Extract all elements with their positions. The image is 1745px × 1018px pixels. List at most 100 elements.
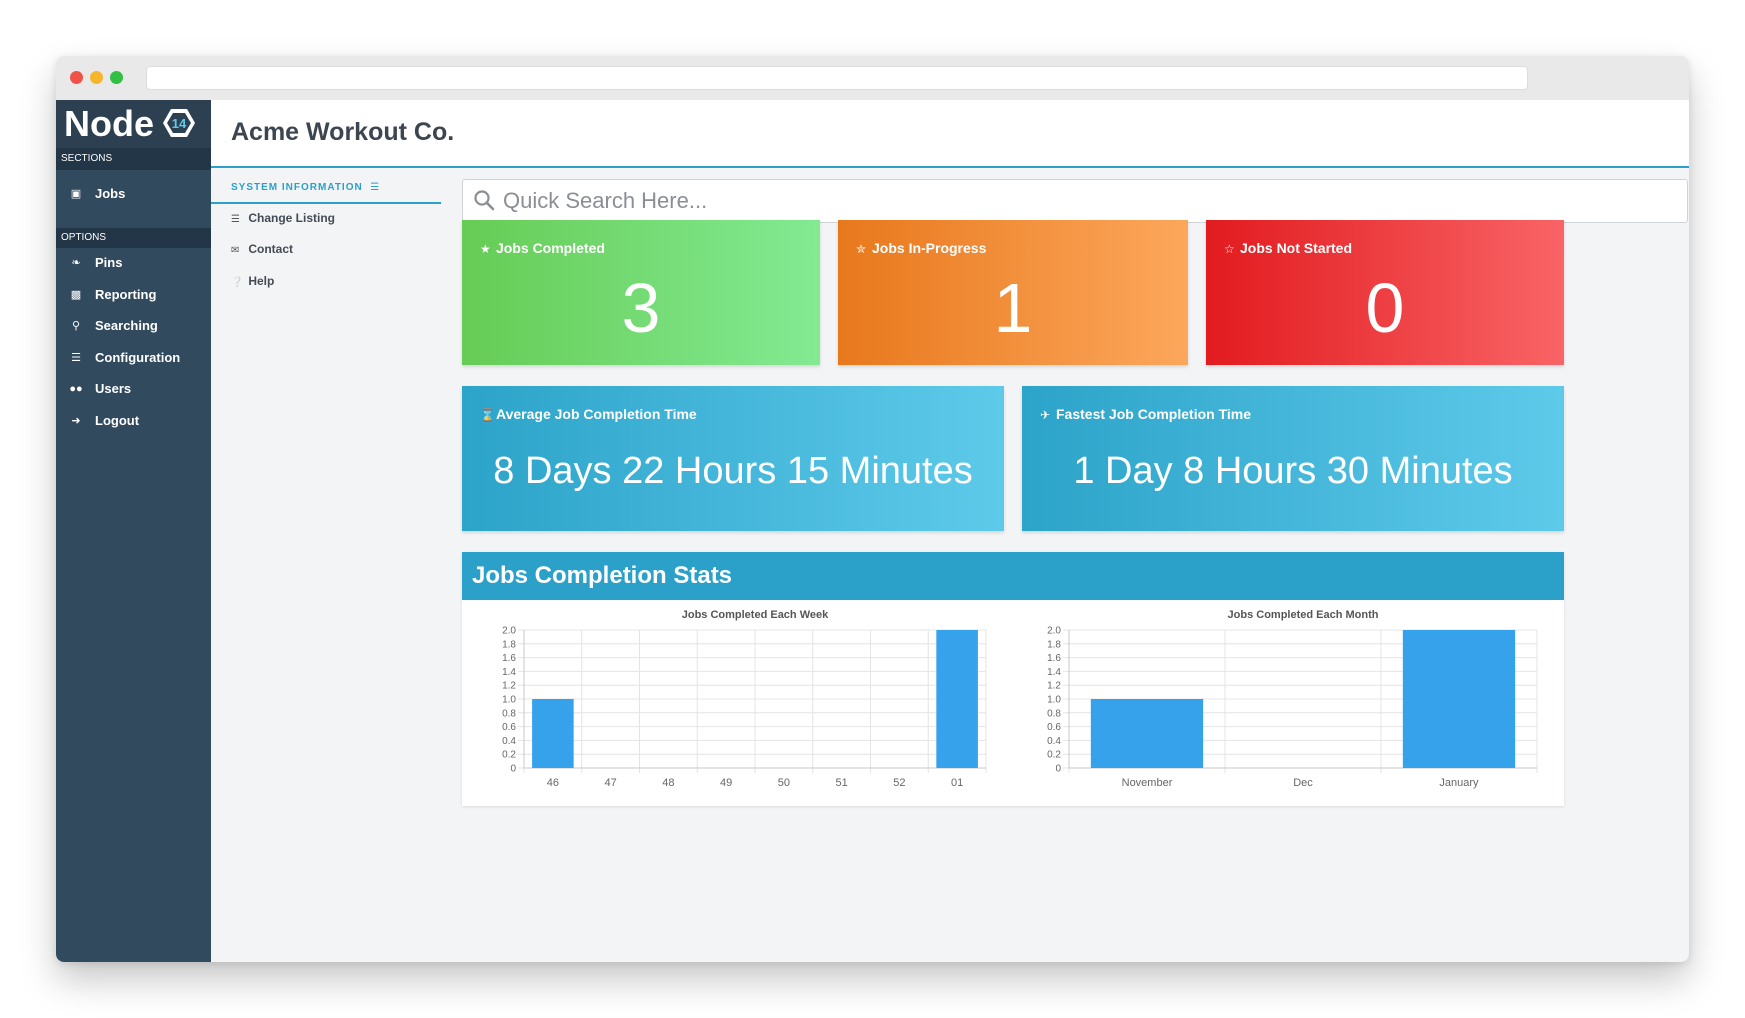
page-header: Acme Workout Co. (211, 100, 1689, 168)
close-window-button[interactable] (70, 71, 83, 84)
users-icon: ●● (69, 383, 83, 395)
maximize-window-button[interactable] (110, 71, 123, 84)
x-tick-label: 47 (605, 777, 617, 789)
list-icon: ☰ (231, 214, 240, 225)
jobs-completed-card[interactable]: ★ Jobs Completed 3 (462, 220, 820, 365)
sidebar-item-label: Searching (95, 318, 158, 333)
minimize-window-button[interactable] (90, 71, 103, 84)
subnav-heading[interactable]: SYSTEM INFORMATION ☰ (211, 176, 441, 204)
star-icon: ★ (480, 242, 491, 256)
sidebar-item-pins[interactable]: ❧ Pins (56, 248, 211, 278)
star-outline-icon: ☆ (1224, 242, 1235, 256)
logout-icon: ➜ (71, 415, 81, 427)
hourglass-icon: ⌛ (480, 408, 495, 422)
card-value: 1 Day 8 Hours 30 Minutes (1073, 450, 1513, 492)
brand-name: Node (64, 103, 154, 144)
jobs-completion-stats-panel: Jobs Completion Stats Jobs Completed Eac… (462, 552, 1564, 806)
sidebar-item-reporting[interactable]: ▩ Reporting (56, 280, 211, 310)
x-tick-label: November (1122, 777, 1173, 789)
card-label: Jobs Completed (496, 240, 605, 256)
sidebar: Node 14 SECTIONS ▣ Jobs OPTIONS ❧ Pins ▩… (56, 100, 211, 962)
monthly-jobs-chart-svg: Jobs Completed Each Month 0 0.2 0.4 0.6 0.8 1.… (1047, 609, 1538, 789)
y-tick-label: 1.2 (1047, 681, 1061, 692)
x-tick-label: 48 (662, 777, 674, 789)
weekly-jobs-chart: Jobs Completed Each Week 0 0.2 0.4 0.6 0.8 1.0… (462, 600, 1013, 806)
subnav-item-help[interactable]: ❔ Help (231, 271, 274, 291)
y-tick-label: 1.0 (1047, 695, 1061, 706)
sliders-icon: ☰ (71, 352, 81, 364)
card-label: Average Job Completion Time (496, 406, 697, 422)
bar-November[interactable] (1090, 699, 1204, 768)
y-tick-label: 2.0 (1047, 626, 1061, 637)
y-tick-label: 1.6 (502, 653, 516, 664)
x-tick-label: 46 (547, 777, 559, 789)
fastest-completion-time-card[interactable]: ✈ Fastest Job Completion Time 1 Day 8 Hou… (1022, 386, 1564, 531)
y-tick-label: 0 (510, 764, 516, 775)
sidebar-item-label: Jobs (95, 186, 126, 201)
address-bar[interactable] (146, 66, 1528, 90)
subnav-item-change-listing[interactable]: ☰ Change Listing (231, 208, 335, 228)
sidebar-item-logout[interactable]: ➜ Logout (56, 406, 211, 436)
search-icon: ⚲ (71, 320, 81, 332)
card-value: 0 (1365, 269, 1405, 347)
y-tick-label: 0.6 (502, 722, 516, 733)
sidebar-item-label: Pins (95, 255, 123, 270)
y-tick-label: 0.2 (1047, 750, 1061, 761)
browser-titlebar (56, 56, 1689, 100)
panel-title: Jobs Completion Stats (462, 552, 1564, 600)
sidebar-item-searching[interactable]: ⚲ Searching (56, 311, 211, 341)
bar-January[interactable] (1402, 630, 1516, 768)
pushpin-icon: ❧ (71, 257, 81, 269)
y-tick-label: 1.6 (1047, 653, 1061, 664)
sidebar-item-configuration[interactable]: ☰ Configuration (56, 343, 211, 373)
search-input[interactable] (503, 186, 1673, 216)
search-icon (474, 190, 495, 211)
file-icon: ▩ (70, 289, 82, 301)
sidebar-item-jobs[interactable]: ▣ Jobs (56, 179, 211, 209)
question-icon: ❔ (231, 277, 244, 288)
card-value: 8 Days 22 Hours 15 Minutes (493, 450, 973, 492)
bar-01[interactable] (936, 630, 978, 768)
brand-badge-text: 14 (172, 116, 187, 131)
y-tick-label: 1.4 (1047, 667, 1061, 678)
x-tick-label: 52 (893, 777, 905, 789)
x-tick-label: 01 (951, 777, 963, 789)
sidebar-item-label: Users (95, 381, 132, 396)
subnav-heading-label: SYSTEM INFORMATION (231, 182, 363, 193)
y-tick-label: 1.8 (1047, 639, 1061, 650)
half-star-icon: ✮ (856, 242, 867, 256)
plane-icon: ✈ (1040, 408, 1051, 422)
y-tick-label: 0.6 (1047, 722, 1061, 733)
browser-window: Node 14 SECTIONS ▣ Jobs OPTIONS ❧ Pins ▩… (56, 56, 1689, 962)
chart-title: Jobs Completed Each Week (682, 609, 829, 621)
x-tick-label: 49 (720, 777, 732, 789)
bar-46[interactable] (532, 699, 574, 768)
y-tick-label: 0.4 (1047, 736, 1061, 747)
y-tick-label: 0 (1055, 764, 1061, 775)
envelope-icon: ✉ (231, 245, 240, 256)
sidebar-heading-sections: SECTIONS (56, 148, 211, 170)
brand-logo[interactable]: Node 14 (56, 100, 211, 148)
subnav-item-label: Change Listing (248, 211, 336, 225)
monthly-jobs-chart: Jobs Completed Each Month 0 0.2 0.4 0.6 0.8 1.… (1013, 600, 1564, 806)
sidebar-item-label: Reporting (95, 287, 157, 302)
card-label: Fastest Job Completion Time (1056, 406, 1251, 422)
sub-navigation: SYSTEM INFORMATION ☰ ☰ Change Listing ✉ … (211, 168, 441, 962)
sidebar-heading-options: OPTIONS (56, 228, 211, 248)
sidebar-item-users[interactable]: ●● Users (56, 374, 211, 404)
y-tick-label: 0.2 (502, 750, 516, 761)
list-icon: ☰ (366, 182, 381, 193)
subnav-item-label: Help (248, 274, 275, 288)
y-tick-label: 1.8 (502, 639, 516, 650)
quick-search[interactable] (462, 179, 1688, 223)
card-value: 3 (621, 269, 661, 347)
jobs-not-started-card[interactable]: ☆ Jobs Not Started 0 (1206, 220, 1564, 365)
x-tick-label: 51 (836, 777, 848, 789)
y-tick-label: 0.4 (502, 736, 516, 747)
sidebar-item-label: Configuration (95, 350, 181, 365)
brand-badge-icon: 14 (163, 109, 195, 137)
inbox-icon: ▣ (70, 188, 82, 200)
average-completion-time-card[interactable]: ⌛Average Job Completion Time 8 Days 22 H… (462, 386, 1004, 531)
jobs-in-progress-card[interactable]: ✮ Jobs In-Progress 1 (838, 220, 1188, 365)
subnav-item-contact[interactable]: ✉ Contact (231, 239, 293, 259)
